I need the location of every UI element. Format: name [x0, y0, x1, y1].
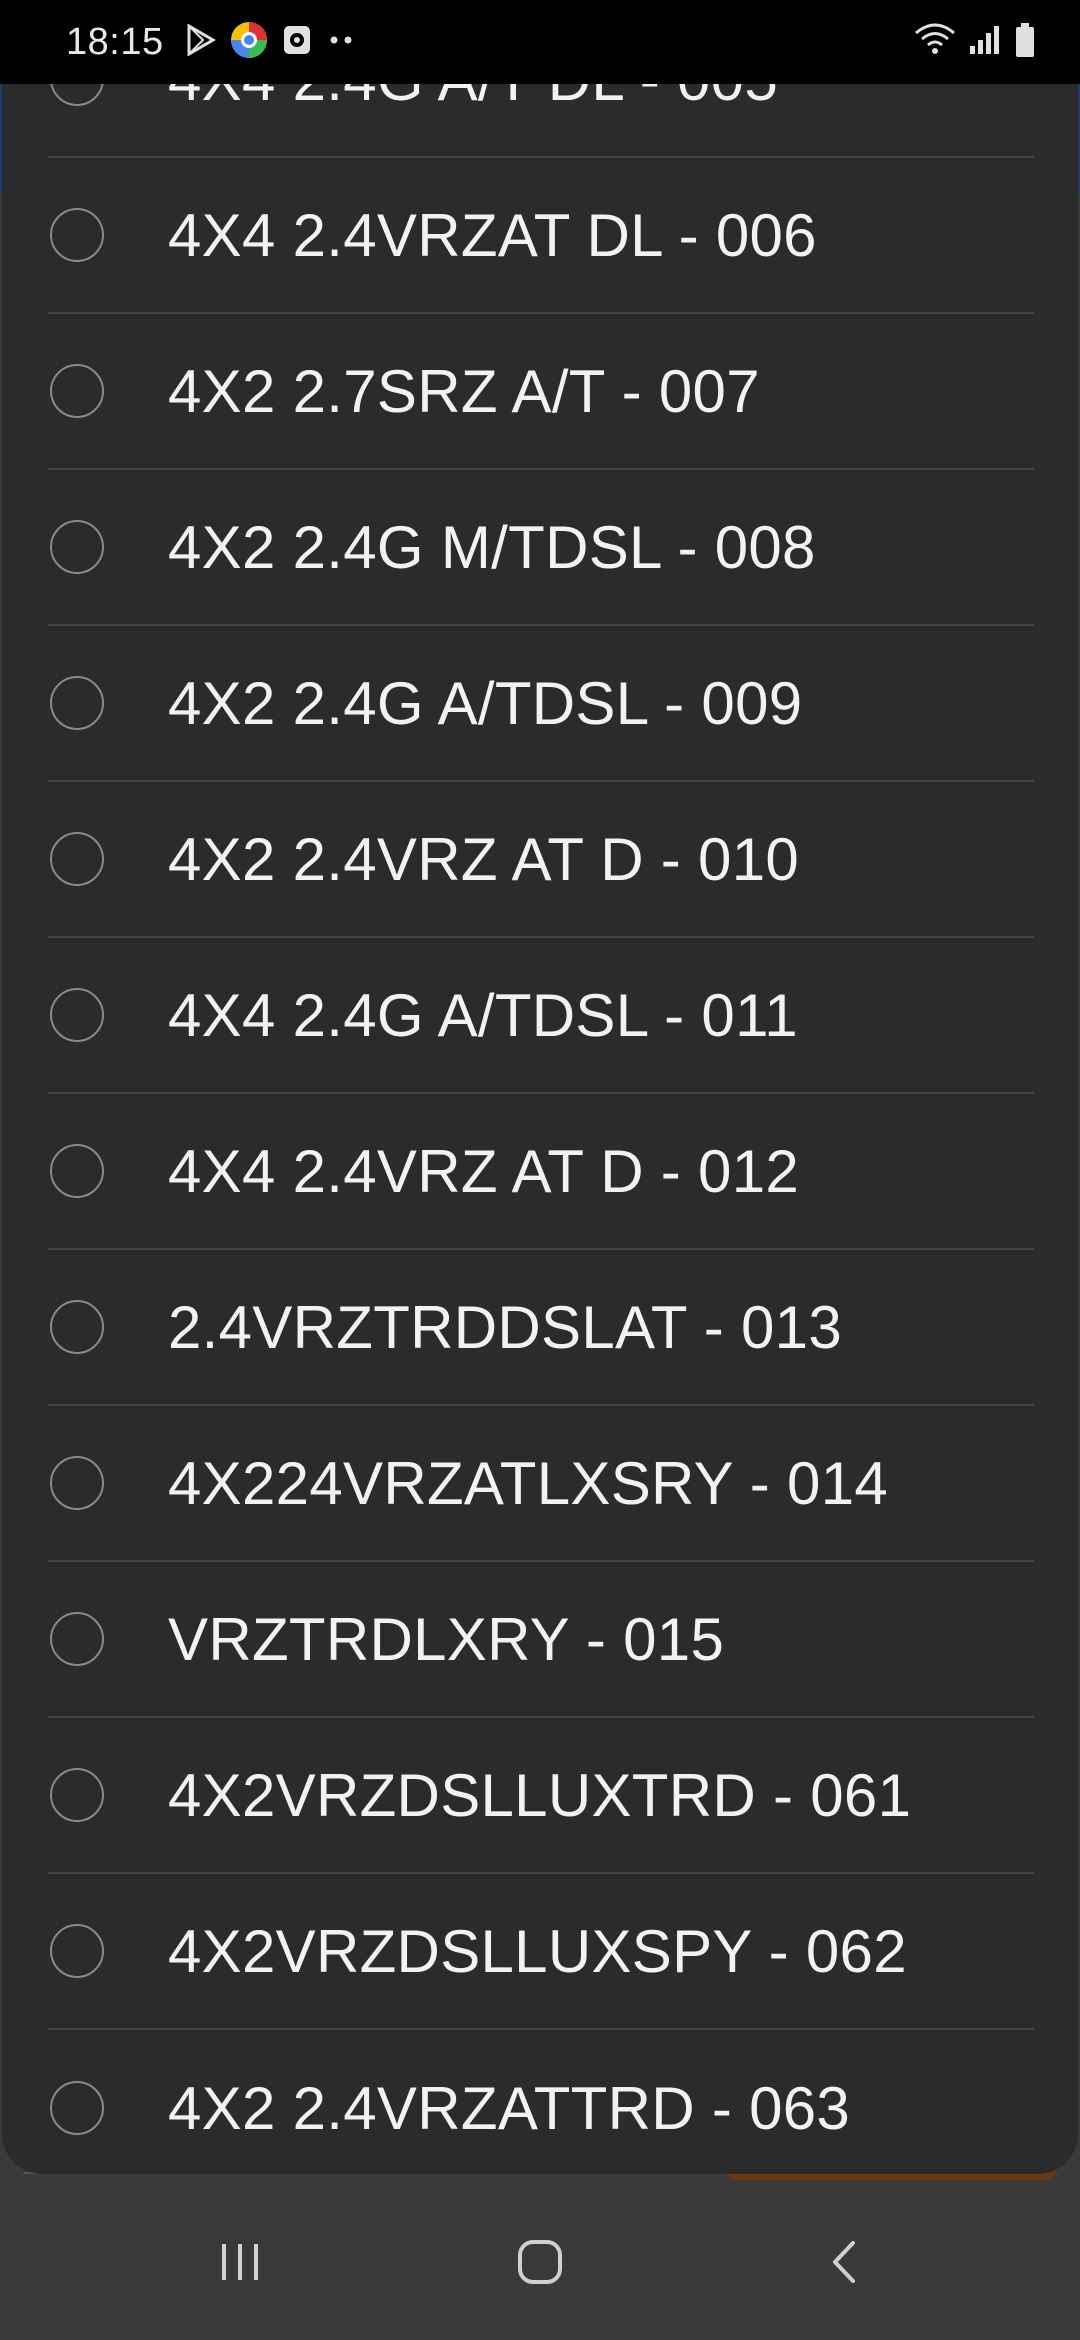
recent-apps-icon[interactable]	[200, 2222, 280, 2302]
list-item[interactable]: 4X2 2.4VRZ AT D - 010	[48, 782, 1034, 938]
list-item[interactable]: 2.4VRZTRDDSLAT - 013	[48, 1250, 1034, 1406]
radio-button[interactable]	[50, 208, 104, 262]
radio-button[interactable]	[50, 84, 104, 106]
list-item[interactable]: 4X4 2.4VRZAT DL - 006	[48, 158, 1034, 314]
list-item-label: 4X4 2.4G A/TDSL - 011	[168, 981, 798, 1049]
status-time: 18:15	[66, 20, 164, 63]
play-store-icon	[186, 22, 216, 61]
home-icon[interactable]	[500, 2222, 580, 2302]
list-item-label: 4X224VRZATLXSRY - 014	[168, 1449, 889, 1517]
list-item[interactable]: 4X2 2.4G M/TDSL - 008	[48, 470, 1034, 626]
list-item[interactable]: 4X224VRZATLXSRY - 014	[48, 1406, 1034, 1562]
list-item-label: 4X4 2.4VRZAT DL - 006	[168, 201, 817, 269]
list-item[interactable]: 4X4 2.4VRZ AT D - 012	[48, 1094, 1034, 1250]
navigation-bar	[0, 2180, 1080, 2340]
list-item-label: 4X2 2.4G A/TDSL - 009	[168, 669, 803, 737]
radio-button[interactable]	[50, 1924, 104, 1978]
list-item-label: 4X4 2.4G A/T DL - 005	[168, 84, 778, 114]
signal-icon	[968, 24, 1002, 61]
list-item-label: 2.4VRZTRDDSLAT - 013	[168, 1293, 842, 1361]
list-item[interactable]: 4X2VRZDSLLUXTRD - 061	[48, 1718, 1034, 1874]
radio-button[interactable]	[50, 520, 104, 574]
selection-dialog: 4X4 2.4G A/T DL - 005 4X4 2.4VRZAT DL - …	[2, 84, 1078, 2174]
list-item[interactable]: VRZTRDLXRY - 015	[48, 1562, 1034, 1718]
chrome-like-app-icon	[230, 21, 268, 64]
list-item[interactable]: 4X2 2.4VRZATTRD - 063	[48, 2030, 1034, 2174]
radio-button[interactable]	[50, 1300, 104, 1354]
radio-button[interactable]	[50, 1612, 104, 1666]
list-item-label: 4X2 2.4VRZ AT D - 010	[168, 825, 800, 893]
clock-app-icon	[282, 24, 312, 61]
list-item-label: 4X2VRZDSLLUXTRD - 061	[168, 1761, 912, 1829]
wifi-icon	[914, 23, 956, 62]
list-item-label: VRZTRDLXRY - 015	[168, 1605, 725, 1673]
radio-button[interactable]	[50, 988, 104, 1042]
status-bar: 18:15	[0, 0, 1080, 84]
list-item-label: 4X2VRZDSLLUXSPY - 062	[168, 1917, 907, 1985]
radio-button[interactable]	[50, 1768, 104, 1822]
list-item-label: 4X2 2.7SRZ A/T - 007	[168, 357, 760, 425]
list-item[interactable]: 4X2 2.7SRZ A/T - 007	[48, 314, 1034, 470]
radio-button[interactable]	[50, 1456, 104, 1510]
radio-button[interactable]	[50, 2081, 104, 2135]
list-item[interactable]: 4X2VRZDSLLUXSPY - 062	[48, 1874, 1034, 2030]
system-status-icons	[914, 22, 1036, 63]
list-item-label: 4X2 2.4VRZATTRD - 063	[168, 2074, 851, 2142]
radio-button[interactable]	[50, 1144, 104, 1198]
list-item[interactable]: 4X2 2.4G A/TDSL - 009	[48, 626, 1034, 782]
list-item-label: 4X2 2.4G M/TDSL - 008	[168, 513, 816, 581]
list-item-partial[interactable]: 4X4 2.4G A/T DL - 005	[48, 84, 1034, 158]
radio-button[interactable]	[50, 364, 104, 418]
battery-icon	[1014, 22, 1036, 63]
radio-button[interactable]	[50, 832, 104, 886]
notification-icons	[186, 21, 356, 64]
back-icon[interactable]	[804, 2222, 884, 2302]
option-list[interactable]: 4X4 2.4G A/T DL - 005 4X4 2.4VRZAT DL - …	[48, 84, 1034, 2174]
list-item[interactable]: 4X4 2.4G A/TDSL - 011	[48, 938, 1034, 1094]
list-item-label: 4X4 2.4VRZ AT D - 012	[168, 1137, 800, 1205]
more-dots-icon	[326, 33, 356, 51]
radio-button[interactable]	[50, 676, 104, 730]
